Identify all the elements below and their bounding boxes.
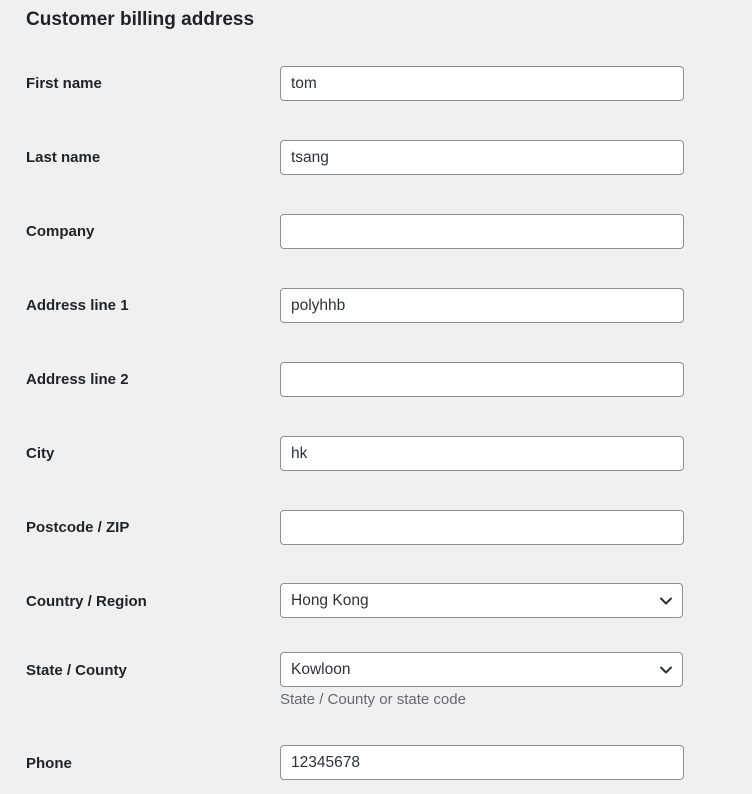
phone-field[interactable]: 12345678 xyxy=(280,745,684,780)
first-name-field[interactable]: tom xyxy=(280,66,684,101)
address-line-2-label: Address line 2 xyxy=(26,371,129,388)
address-line-1-field[interactable]: polyhhb xyxy=(280,288,684,323)
company-label: Company xyxy=(26,223,95,240)
postcode-field[interactable] xyxy=(280,510,684,545)
state-label: State / County xyxy=(26,662,127,679)
state-select[interactable]: Kowloon xyxy=(280,652,683,687)
first-name-value: tom xyxy=(291,75,317,92)
country-label: Country / Region xyxy=(26,593,147,610)
state-value: Kowloon xyxy=(291,661,351,678)
city-value: hk xyxy=(291,445,308,462)
postcode-label: Postcode / ZIP xyxy=(26,519,130,536)
last-name-label: Last name xyxy=(26,149,101,166)
country-select[interactable]: Hong Kong xyxy=(280,583,683,618)
phone-label: Phone xyxy=(26,755,72,772)
chevron-down-icon xyxy=(660,597,672,605)
section-title: Customer billing address xyxy=(26,9,255,30)
first-name-label: First name xyxy=(26,75,102,92)
country-value: Hong Kong xyxy=(291,592,369,609)
company-field[interactable] xyxy=(280,214,684,249)
last-name-value: tsang xyxy=(291,149,329,166)
chevron-down-icon xyxy=(660,666,672,674)
city-field[interactable]: hk xyxy=(280,436,684,471)
phone-value: 12345678 xyxy=(291,754,360,771)
last-name-field[interactable]: tsang xyxy=(280,140,684,175)
address-line-1-value: polyhhb xyxy=(291,297,346,314)
city-label: City xyxy=(26,445,55,462)
address-line-1-label: Address line 1 xyxy=(26,297,129,314)
address-line-2-field[interactable] xyxy=(280,362,684,397)
state-description: State / County or state code xyxy=(280,691,466,708)
